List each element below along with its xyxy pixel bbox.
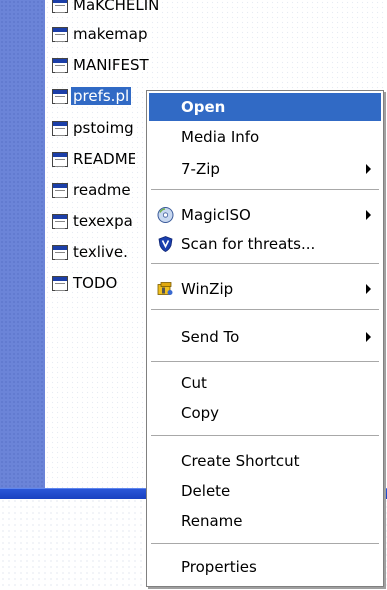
menu-item-7zip[interactable]: 7-Zip [149,155,381,183]
file-icon [52,244,68,260]
menu-item-scan-threats[interactable]: Scan for threats... [149,230,381,258]
menu-item-label: Properties [181,558,257,576]
file-icon [52,0,68,13]
file-name: README [73,150,135,168]
context-menu: Open Media Info 7-Zip MagicISO Scan for … [146,90,384,587]
menu-item-label: Delete [181,482,231,500]
menu-item-rename[interactable]: Rename [149,507,381,535]
submenu-arrow-icon [366,164,371,174]
menu-item-cut[interactable]: Cut [149,369,381,397]
menu-separator [151,263,379,264]
file-item[interactable]: texlive. [52,241,128,263]
submenu-arrow-icon [366,332,371,342]
file-icon [52,275,68,291]
file-name: MaKCHELIN [73,0,160,14]
menu-item-send-to[interactable]: Send To [149,323,381,351]
submenu-arrow-icon [366,210,371,220]
menu-item-copy[interactable]: Copy [149,399,381,427]
file-item[interactable]: MaKCHELIN [52,0,159,16]
file-name: texexpa [73,212,133,230]
file-name: makemap [73,25,148,43]
menu-item-label: Cut [181,374,207,392]
file-item[interactable]: pstoimg [52,117,134,139]
file-icon [52,57,68,73]
menu-separator [151,361,379,362]
menu-item-label: Create Shortcut [181,452,300,470]
menu-separator [151,309,379,310]
menu-item-delete[interactable]: Delete [149,477,381,505]
menu-item-label: WinZip [181,280,234,298]
file-item[interactable]: makemap [52,23,148,45]
menu-separator [151,189,379,190]
menu-item-label: Open [181,98,226,116]
menu-item-label: 7-Zip [181,160,220,178]
file-name: texlive. [73,243,128,261]
file-name: TODO [73,274,118,292]
menu-item-properties[interactable]: Properties [149,553,381,581]
file-item[interactable]: README [52,148,135,170]
file-icon [52,26,68,42]
menu-item-winzip[interactable]: WinZip [149,275,381,303]
menu-item-label: Scan for threats... [181,235,316,253]
menu-item-label: Media Info [181,128,260,146]
menu-item-media-info[interactable]: Media Info [149,123,381,151]
menu-separator [151,543,379,544]
file-icon [52,151,68,167]
file-name: prefs.pl [71,87,132,105]
file-icon [52,120,68,136]
menu-item-label: Copy [181,404,220,422]
menu-item-label: Rename [181,512,243,530]
magiciso-icon [157,207,174,224]
file-item[interactable]: MANIFEST [52,54,149,76]
winzip-icon [157,281,174,298]
file-icon [52,213,68,229]
menu-item-label: MagicISO [181,206,251,224]
file-name: readme [73,181,131,199]
menu-separator [151,435,379,436]
menu-item-create-shortcut[interactable]: Create Shortcut [149,447,381,475]
shield-icon [157,236,174,253]
file-icon [52,88,68,104]
submenu-arrow-icon [366,284,371,294]
file-item[interactable]: texexpa [52,210,133,232]
file-item[interactable]: TODO [52,272,117,294]
file-item[interactable]: readme [52,179,131,201]
file-name: pstoimg [73,119,134,137]
menu-item-open[interactable]: Open [149,93,381,121]
file-item-selected[interactable]: prefs.pl [52,85,132,107]
menu-item-magiciso[interactable]: MagicISO [149,201,381,229]
file-name: MANIFEST [73,56,149,74]
menu-item-label: Send To [181,328,240,346]
file-icon [52,182,68,198]
left-task-pane [0,0,45,492]
